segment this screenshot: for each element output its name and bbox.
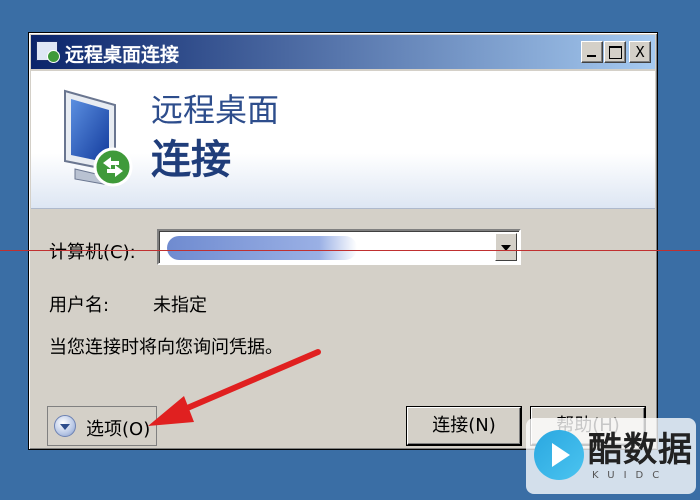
watermark-subtext: KUIDC [592,470,669,481]
computer-combobox[interactable] [157,229,521,265]
monitor-icon [64,89,133,187]
title-bar[interactable]: 远程桌面连接 X [31,35,655,69]
username-value: 未指定 [153,295,207,316]
remote-desktop-dialog: 远程桌面连接 X 远程桌面 连接 计算机(C): 用户名: 未指定 当您连接时将… [28,32,658,450]
close-icon[interactable]: X [629,41,651,63]
window-title: 远程桌面连接 [65,44,180,66]
maximize-icon[interactable] [604,41,626,63]
username-label: 用户名: [49,295,110,316]
computer-label: 计算机(C): [49,242,136,263]
banner-title-line2: 连接 [151,136,231,183]
connect-button[interactable]: 连接(N) [407,407,521,445]
minimize-icon[interactable] [581,41,603,63]
banner: 远程桌面 连接 [31,71,655,209]
watermark-logo: 酷数据 KUIDC [526,418,696,494]
redacted-computer-name [167,236,357,260]
chevron-down-icon[interactable] [495,233,517,261]
expand-chevron-icon [54,415,76,437]
options-button[interactable]: 选项(O) [47,406,157,446]
annotation-line [0,250,700,251]
options-label: 选项(O) [86,419,151,440]
remote-desktop-icon [36,41,60,63]
credentials-note: 当您连接时将向您询问凭据。 [49,337,283,358]
watermark-text: 酷数据 [588,430,693,470]
play-logo-icon [534,430,584,480]
banner-title-line1: 远程桌面 [151,91,280,129]
